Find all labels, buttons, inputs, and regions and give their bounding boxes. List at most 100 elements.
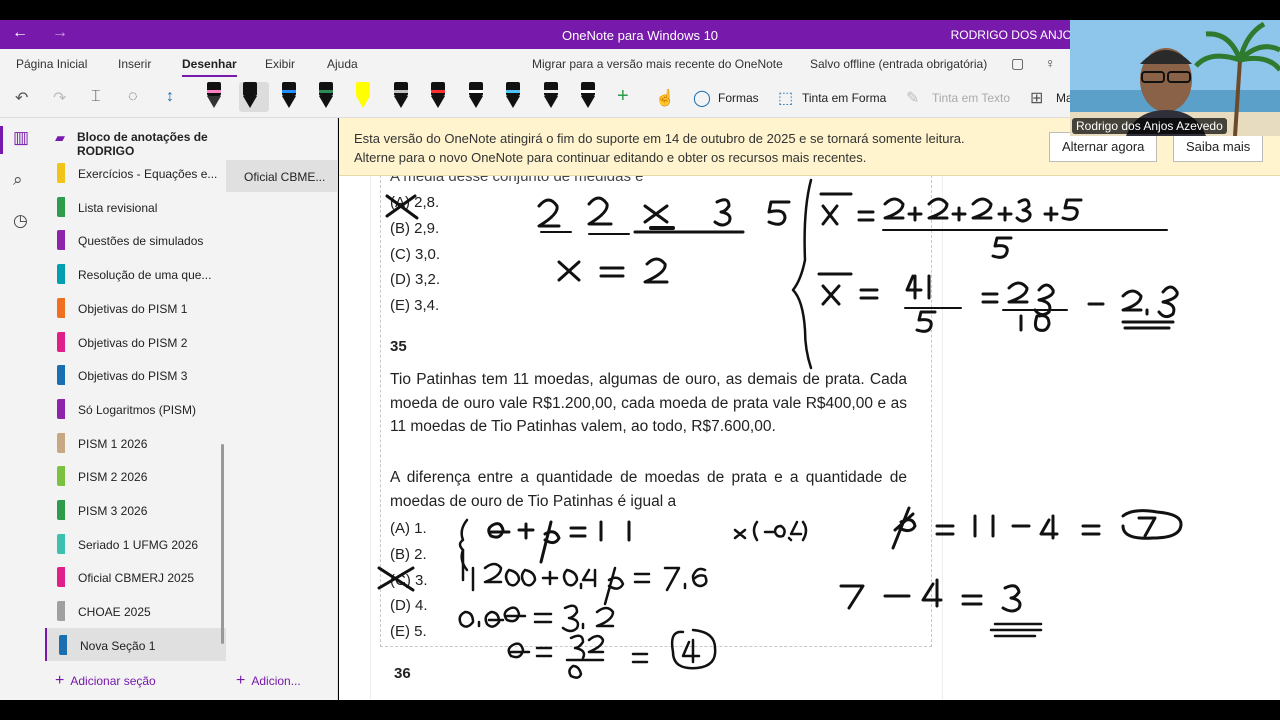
- section-label: Resolução de uma que...: [78, 268, 212, 283]
- notebooks-icon[interactable]: ▥: [13, 128, 29, 148]
- page-margin: [370, 118, 371, 700]
- tinta-em-forma-button[interactable]: Tinta em Forma: [802, 91, 886, 105]
- ink-to-text-icon[interactable]: ✎: [906, 88, 919, 108]
- tab-inserir[interactable]: Inserir: [118, 57, 151, 71]
- search-icon[interactable]: ⌕: [13, 170, 23, 190]
- q34-option-b: (B) 2,9.: [390, 220, 440, 237]
- section-item[interactable]: PISM 1 2026: [45, 426, 226, 459]
- section-item[interactable]: Objetivas do PISM 3: [45, 358, 226, 391]
- section-label: Objetivas do PISM 1: [78, 301, 188, 316]
- lightblue-pen[interactable]: [502, 82, 524, 112]
- sections-scrollbar[interactable]: [221, 444, 224, 644]
- section-label: Nova Seção 1: [80, 638, 156, 653]
- section-color-tab: [57, 432, 65, 453]
- section-label: PISM 2 2026: [78, 470, 148, 485]
- blue-pen[interactable]: [278, 82, 300, 112]
- q35-option-a: (A) 1.: [390, 520, 427, 537]
- ink-to-shape-icon[interactable]: ⬚: [778, 88, 793, 108]
- page-item-oficial[interactable]: Oficial CBME...: [226, 160, 338, 192]
- webcam-name: Rodrigo dos Anjos Azevedo: [1072, 118, 1227, 134]
- section-color-tab: [57, 567, 65, 588]
- q35-option-c: (C) 3.: [390, 572, 428, 589]
- tab-desenhar[interactable]: Desenhar: [182, 57, 237, 77]
- section-item[interactable]: Seriado 1 UFMG 2026: [45, 527, 226, 560]
- q34-option-c: (C) 3,0.: [390, 246, 441, 263]
- active-indicator: [0, 126, 3, 154]
- add-page-button[interactable]: + Adicion...: [236, 672, 301, 690]
- section-item[interactable]: CHOAE 2025: [45, 594, 226, 627]
- black-pen-selected[interactable]: [239, 82, 269, 112]
- saiba-mais-button[interactable]: Saiba mais: [1173, 132, 1264, 162]
- q35-option-e: (E) 5.: [390, 623, 427, 640]
- section-label: Objetivas do PISM 2: [78, 335, 188, 350]
- notebook-title[interactable]: Bloco de anotações de RODRIGO: [77, 130, 226, 158]
- tab-exibir[interactable]: Exibir: [265, 57, 295, 71]
- migrate-link[interactable]: Migrar para a versão mais recente do One…: [532, 57, 783, 71]
- section-item[interactable]: Nova Seção 1: [45, 627, 226, 661]
- gray-pen[interactable]: [390, 82, 412, 112]
- section-label: Lista revisional: [78, 200, 158, 215]
- section-label: Seriado 1 UFMG 2026: [78, 537, 199, 552]
- section-item[interactable]: Objetivas do PISM 1: [45, 291, 226, 324]
- tab-pagina-inicial[interactable]: Página Inicial: [16, 57, 87, 71]
- section-label: CHOAE 2025: [78, 605, 151, 620]
- section-color-tab: [57, 196, 65, 217]
- lasso-select-icon[interactable]: ◌: [128, 88, 138, 106]
- green-pen[interactable]: [315, 82, 337, 112]
- add-space-icon[interactable]: ↕: [166, 88, 174, 106]
- eraser-pen[interactable]: [203, 82, 225, 112]
- red-pen[interactable]: [427, 82, 449, 112]
- alternar-agora-button[interactable]: Alternar agora: [1049, 132, 1158, 162]
- recent-clock-icon[interactable]: ◷: [13, 211, 28, 231]
- q36-number: 36: [394, 665, 411, 682]
- section-item[interactable]: PISM 2 2026: [45, 459, 226, 492]
- type-select-icon[interactable]: ⌶: [91, 88, 101, 106]
- shapes-icon[interactable]: ◯: [693, 88, 711, 108]
- lightbulb-icon[interactable]: ♀: [1045, 55, 1056, 71]
- formas-button[interactable]: Formas: [718, 91, 759, 105]
- touch-draw-icon[interactable]: ☝: [655, 88, 675, 108]
- section-color-tab: [57, 398, 65, 419]
- offline-status[interactable]: Salvo offline (entrada obrigatória): [810, 57, 987, 71]
- section-item[interactable]: Exercícios - Equações e...: [45, 156, 226, 189]
- add-section-label: Adicionar seção: [70, 674, 156, 688]
- add-section-button[interactable]: + Adicionar seção: [55, 672, 156, 690]
- section-color-tab: [57, 500, 65, 520]
- user-name[interactable]: RODRIGO DOS ANJOS: [951, 28, 1080, 42]
- undo-icon[interactable]: ↶: [15, 88, 28, 108]
- section-color-tab: [57, 163, 65, 183]
- redo-icon[interactable]: ↷: [53, 88, 66, 108]
- section-item[interactable]: Resolução de uma que...: [45, 257, 226, 290]
- tinta-em-texto-button[interactable]: Tinta em Texto: [932, 91, 1010, 105]
- section-color-tab: [57, 331, 65, 352]
- section-label: Oficial CBMERJ 2025: [78, 571, 195, 586]
- pattern-pen[interactable]: [540, 82, 562, 112]
- section-label: Questões de simulados: [78, 234, 204, 249]
- white-pen[interactable]: [465, 82, 487, 112]
- plus-icon: +: [236, 672, 246, 689]
- page-canvas[interactable]: A média desse conjunto de medidas é (A) …: [339, 118, 1280, 700]
- notebook-icon[interactable]: ▢: [1011, 55, 1024, 72]
- math-icon[interactable]: ⊞: [1030, 88, 1043, 108]
- notice-line-2: Alterne para o novo OneNote para continu…: [354, 150, 867, 165]
- section-item[interactable]: PISM 3 2026: [45, 493, 226, 526]
- yellow-highlighter[interactable]: [352, 82, 374, 112]
- black-pen-2[interactable]: [577, 82, 599, 112]
- notice-line-1: Esta versão do OneNote atingirá o fim do…: [354, 131, 965, 146]
- section-item[interactable]: Oficial CBMERJ 2025: [45, 560, 226, 593]
- section-item[interactable]: Questões de simulados: [45, 223, 226, 256]
- sections-pane: ▰ Bloco de anotações de RODRIGO Exercíci…: [45, 118, 226, 700]
- section-item[interactable]: Lista revisional: [45, 190, 226, 223]
- section-item[interactable]: Objetivas do PISM 2: [45, 325, 226, 358]
- q35-text-2: A diferença entre a quantidade de moedas…: [390, 469, 907, 510]
- section-item[interactable]: Só Logaritmos (PISM): [45, 392, 226, 425]
- q34-option-a: (A) 2,8.: [390, 194, 440, 211]
- page-label: Oficial CBME...: [244, 170, 326, 184]
- section-color-tab: [57, 365, 65, 386]
- q34-option-d: (D) 3,2.: [390, 271, 441, 288]
- q35-number: 35: [390, 338, 407, 355]
- tab-ajuda[interactable]: Ajuda: [327, 57, 358, 71]
- add-pen-icon[interactable]: +: [617, 85, 629, 108]
- nav-icon-strip: ▥ ⌕ ◷: [0, 118, 45, 700]
- section-color-tab: [59, 634, 67, 655]
